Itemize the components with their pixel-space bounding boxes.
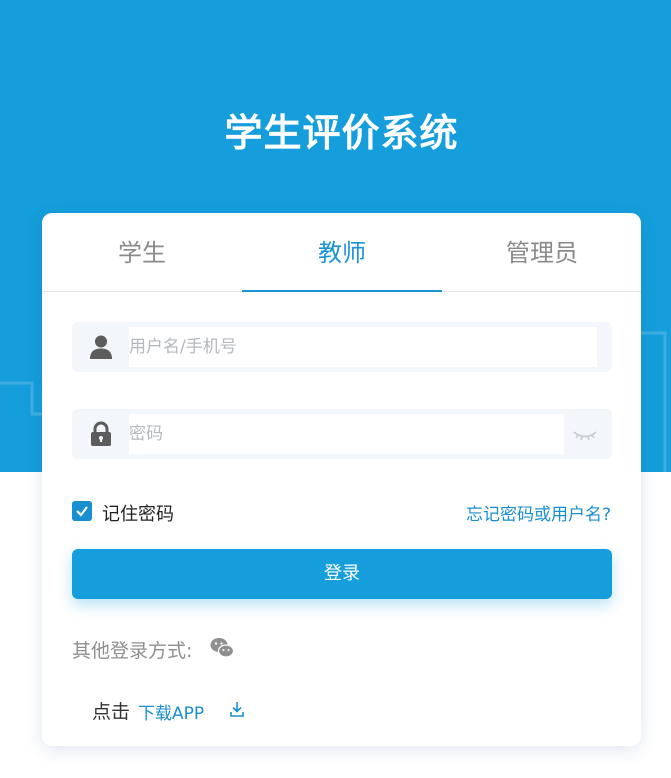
download-app-link[interactable]: 下载APP [138, 699, 204, 724]
password-input[interactable] [129, 414, 564, 454]
tab-teacher[interactable]: 教师 [242, 213, 442, 291]
app-title: 学生评价系统 [224, 111, 459, 155]
password-field [72, 409, 612, 459]
username-input[interactable] [129, 327, 597, 367]
tab-student[interactable]: 学生 [42, 213, 242, 291]
other-login-label: 其他登录方式: [72, 640, 193, 662]
lock-icon [91, 421, 111, 446]
user-icon [90, 335, 112, 359]
download-icon[interactable] [229, 700, 245, 718]
download-prefix: 点击 [92, 701, 131, 723]
forgot-password-link[interactable]: 忘记密码或用户名? [466, 500, 611, 525]
login-button[interactable]: 登录 [72, 549, 612, 599]
wechat-icon[interactable] [210, 637, 234, 659]
role-tabs: 学生 教师 管理员 [42, 213, 641, 292]
active-tab-indicator [242, 290, 442, 292]
remember-checkbox[interactable] [72, 501, 92, 521]
eye-closed-icon[interactable] [572, 424, 598, 444]
login-card: 学生 教师 管理员 记住密码 忘记密码或用户名? 登录 其他 [42, 213, 641, 746]
remember-label: 记住密码 [102, 504, 174, 525]
tab-admin[interactable]: 管理员 [442, 213, 642, 291]
username-field [72, 322, 612, 372]
